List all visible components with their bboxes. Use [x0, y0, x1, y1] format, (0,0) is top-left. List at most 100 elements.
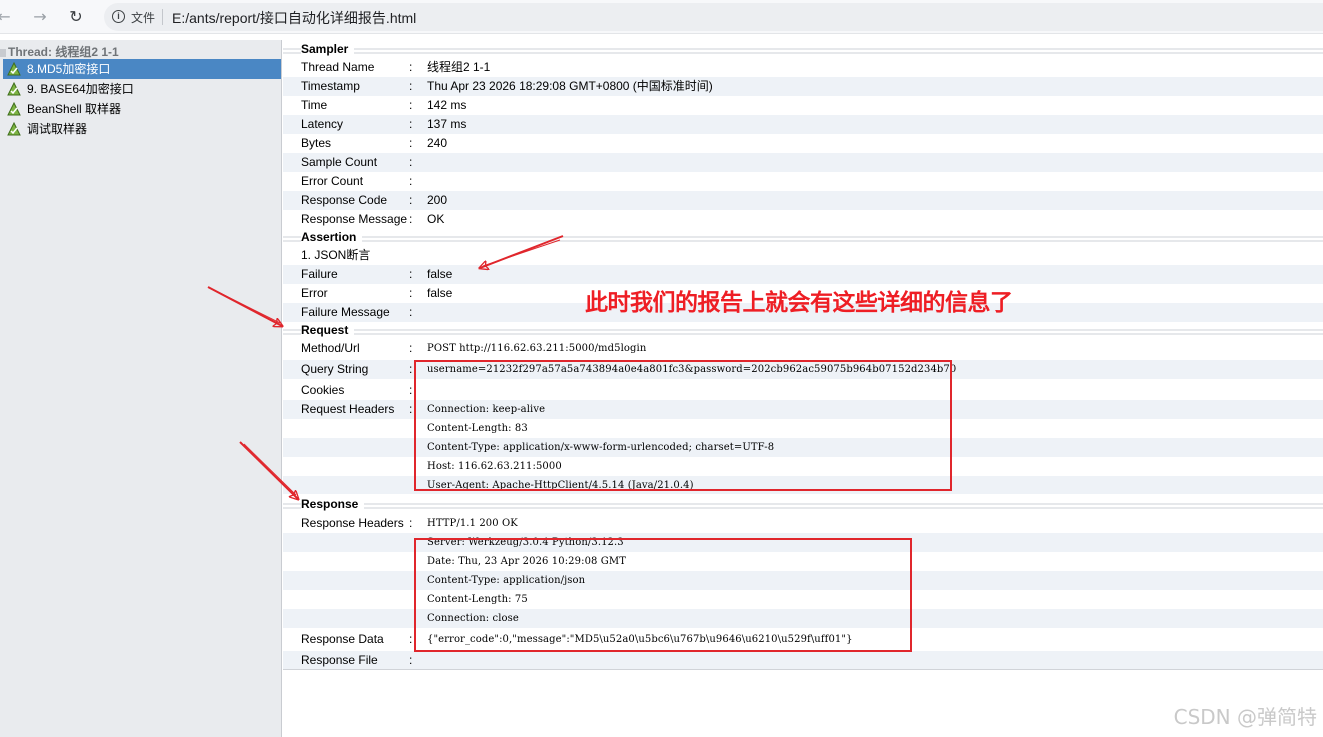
url-text[interactable]: E:/ants/report/接口自动化详细报告.html [172, 8, 416, 28]
tree-item-debug-sampler[interactable]: 调试取样器 [3, 119, 281, 139]
field-colon: : [409, 79, 413, 93]
forward-arrow-icon[interactable]: → [30, 7, 50, 27]
tree-node-marker [0, 49, 6, 57]
back-arrow-icon[interactable]: ← [0, 7, 14, 27]
table-row: Response File: [283, 651, 1323, 670]
field-value: 137 ms [427, 117, 467, 131]
tree-root-thread[interactable]: Thread: 线程组2 1-1 [0, 43, 119, 59]
field-label: Response Data [301, 632, 384, 646]
tree-item-label: 9. BASE64加密接口 [27, 82, 134, 96]
sample-tree: Thread: 线程组2 1-1 8.MD5加密接口 9. BASE64加密接口… [0, 40, 282, 737]
field-colon: : [409, 136, 413, 150]
table-row: Response Headers: HTTP/1.1 200 OK [283, 514, 1323, 533]
request-highlight-box [414, 360, 952, 491]
field-colon: : [409, 402, 413, 416]
field-colon: : [409, 305, 413, 319]
table-row: Latency:137 ms [283, 115, 1323, 134]
browser-toolbar: ← → ↻ i 文件 E:/ants/report/接口自动化详细报告.html [0, 0, 1323, 34]
table-row: Timestamp: Thu Apr 23 2026 18:29:08 GMT+0… [283, 77, 1323, 96]
section-title: Response [301, 497, 365, 511]
table-row: Response Message: OK [283, 210, 1323, 229]
tree-item-md5[interactable]: 8.MD5加密接口 [3, 59, 281, 79]
table-row: Response Code:200 [283, 191, 1323, 210]
field-colon: : [409, 653, 413, 667]
assertion-name: 1. JSON断言 [301, 248, 371, 262]
field-label: Response File [301, 653, 378, 667]
sampler-success-icon [7, 122, 21, 136]
field-value: OK [427, 212, 445, 226]
field-value: false [427, 267, 453, 281]
table-row: Sample Count: [283, 153, 1323, 172]
field-label: Thread Name [301, 60, 375, 74]
report-end-divider [283, 669, 1323, 670]
tree-item-label: 调试取样器 [27, 122, 88, 136]
field-colon: : [409, 117, 413, 131]
field-label: Error [301, 286, 328, 300]
sampler-success-icon [7, 102, 21, 116]
field-label: Failure Message [301, 305, 390, 319]
field-value: 200 [427, 193, 448, 207]
annotation-callout: 此时我们的报告上就会有这些详细的信息了 [585, 290, 1013, 316]
section-header-assertion: Assertion [283, 229, 1323, 246]
field-label: Response Code [301, 193, 388, 207]
field-colon: : [409, 286, 413, 300]
table-row: Thread Name: 线程组2 1-1 [283, 58, 1323, 77]
field-colon: : [409, 383, 413, 397]
info-icon[interactable]: i [112, 10, 125, 23]
field-label: Time [301, 98, 328, 112]
field-colon: : [409, 98, 413, 112]
field-colon: : [409, 516, 413, 530]
section-header-request: Request [283, 322, 1323, 339]
field-colon: : [409, 267, 413, 281]
sampler-success-icon [7, 62, 21, 76]
field-colon: : [409, 341, 413, 355]
field-label: Bytes [301, 136, 332, 150]
table-row: Failure: false [283, 265, 1323, 284]
field-label: Failure [301, 267, 338, 281]
field-value: 线程组2 1-1 [427, 60, 491, 74]
field-colon: : [409, 174, 413, 188]
field-colon: : [409, 193, 413, 207]
tree-item-base64[interactable]: 9. BASE64加密接口 [3, 79, 281, 99]
response-highlight-box [414, 538, 912, 652]
field-label: Error Count [301, 174, 364, 188]
field-label: Cookies [301, 383, 345, 397]
table-row: Method/Url: POST http://116.62.63.211:500… [283, 339, 1323, 358]
field-colon: : [409, 155, 413, 169]
method-url-value: POST http://116.62.63.211:5000/md5login [427, 343, 647, 354]
table-row: Time:142 ms [283, 96, 1323, 115]
address-bar[interactable]: i 文件 E:/ants/report/接口自动化详细报告.html [104, 3, 1323, 31]
response-header-line: HTTP/1.1 200 OK [427, 518, 518, 529]
assertion-name-row: 1. JSON断言 [283, 246, 1323, 265]
field-label: Method/Url [301, 341, 360, 355]
tree-item-label: BeanShell 取样器 [27, 102, 122, 116]
table-row: Bytes:240 [283, 134, 1323, 153]
field-colon: : [409, 212, 413, 226]
field-colon: : [409, 632, 413, 646]
section-title: Request [301, 323, 355, 337]
file-scheme-label: 文件 [131, 11, 156, 25]
field-label: Response Headers [301, 516, 404, 530]
field-label: Query String [301, 362, 369, 376]
field-value: 142 ms [427, 98, 467, 112]
tree-item-beanshell[interactable]: BeanShell 取样器 [3, 99, 281, 119]
reload-icon[interactable]: ↻ [66, 7, 86, 27]
tree-root-label: Thread: 线程组2 1-1 [8, 45, 119, 59]
csdn-watermark: CSDN @弹简特 [1173, 705, 1317, 729]
section-title: Sampler [301, 42, 355, 56]
url-divider [162, 9, 163, 25]
section-header-sampler: Sampler [283, 41, 1323, 58]
field-label: Timestamp [301, 79, 360, 93]
field-value: Thu Apr 23 2026 18:29:08 GMT+0800 (中国标准时… [427, 79, 713, 93]
field-value: 240 [427, 136, 448, 150]
tree-item-label: 8.MD5加密接口 [27, 62, 111, 76]
field-colon: : [409, 60, 413, 74]
field-label: Sample Count [301, 155, 378, 169]
field-label: Response Message [301, 212, 408, 226]
section-header-response: Response [283, 496, 1323, 513]
table-row: Error Count: [283, 172, 1323, 191]
field-value: false [427, 286, 453, 300]
section-title: Assertion [301, 230, 363, 244]
field-label: Latency [301, 117, 344, 131]
sampler-success-icon [7, 82, 21, 96]
